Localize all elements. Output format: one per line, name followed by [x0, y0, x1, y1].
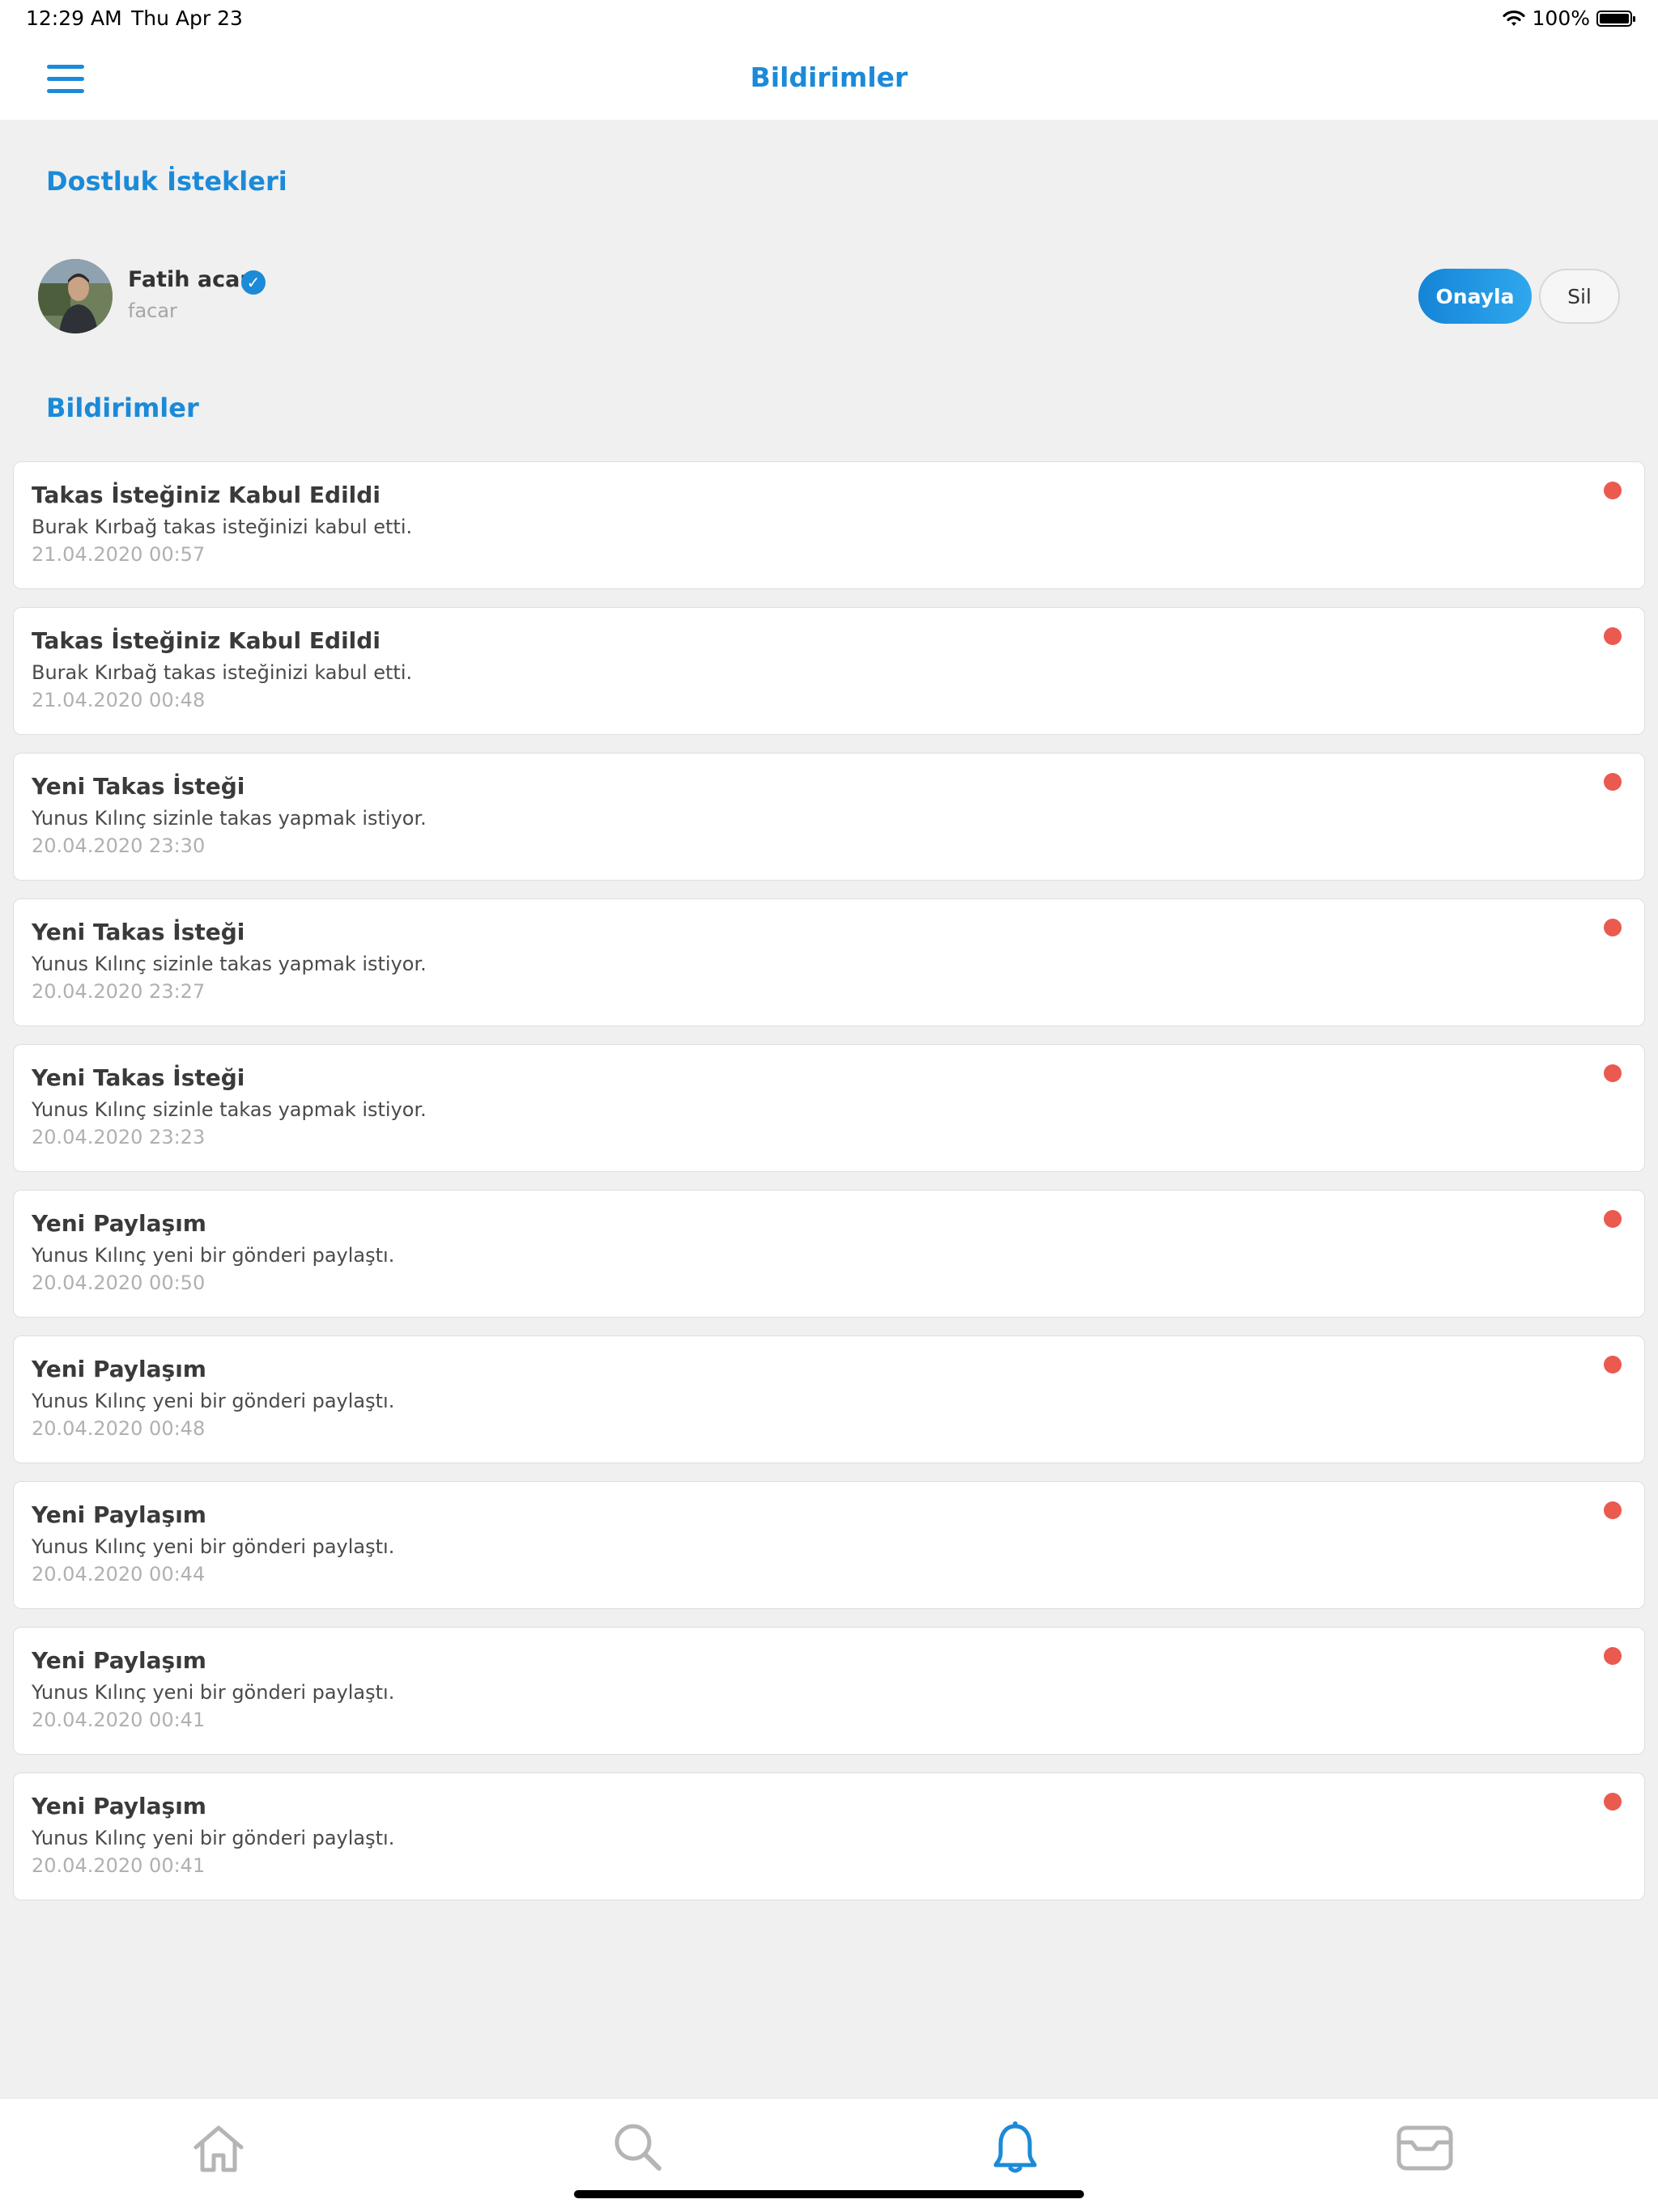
notification-body: Burak Kırbağ takas isteğinizi kabul etti…	[32, 516, 413, 538]
unread-dot-icon	[1604, 1210, 1622, 1228]
notifications-heading: Bildirimler	[46, 393, 199, 423]
notification-title: Yeni Paylaşım	[32, 1501, 206, 1528]
notification-date: 20.04.2020 00:41	[32, 1709, 206, 1731]
unread-dot-icon	[1604, 1647, 1622, 1665]
battery-icon	[1596, 10, 1635, 27]
inbox-icon	[1397, 2125, 1453, 2171]
unread-dot-icon	[1604, 1356, 1622, 1373]
avatar[interactable]	[38, 259, 113, 333]
notification-card[interactable]: Yeni Takas İsteği Yunus Kılınç sizinle t…	[13, 898, 1645, 1026]
notification-body: Yunus Kılınç yeni bir gönderi paylaştı.	[32, 1244, 395, 1267]
notification-body: Yunus Kılınç yeni bir gönderi paylaştı.	[32, 1390, 395, 1412]
nav-bar: Bildirimler	[0, 39, 1658, 120]
notification-title: Yeni Paylaşım	[32, 1793, 206, 1819]
notification-card[interactable]: Yeni Paylaşım Yunus Kılınç yeni bir gönd…	[13, 1481, 1645, 1609]
notification-body: Yunus Kılınç sizinle takas yapmak istiyo…	[32, 953, 427, 975]
wifi-icon	[1502, 10, 1525, 26]
notification-card[interactable]: Yeni Paylaşım Yunus Kılınç yeni bir gönd…	[13, 1190, 1645, 1318]
tab-search[interactable]	[606, 2116, 670, 2181]
notification-body: Yunus Kılınç yeni bir gönderi paylaştı.	[32, 1535, 395, 1558]
unread-dot-icon	[1604, 482, 1622, 499]
notification-card[interactable]: Yeni Takas İsteği Yunus Kılınç sizinle t…	[13, 753, 1645, 881]
friend-request-row: Fatih acar ✓ facar Onayla Sil	[0, 251, 1658, 340]
bell-icon	[993, 2121, 1037, 2173]
notification-date: 21.04.2020 00:48	[32, 689, 206, 711]
unread-dot-icon	[1604, 1501, 1622, 1519]
unread-dot-icon	[1604, 919, 1622, 936]
notification-body: Yunus Kılınç sizinle takas yapmak istiyo…	[32, 807, 427, 830]
notification-date: 20.04.2020 00:48	[32, 1417, 206, 1440]
approve-button[interactable]: Onayla	[1418, 269, 1532, 324]
notification-card[interactable]: Yeni Paylaşım Yunus Kılınç yeni bir gönd…	[13, 1773, 1645, 1900]
tab-notifications[interactable]	[983, 2116, 1048, 2181]
page-title: Bildirimler	[750, 62, 908, 93]
notification-title: Yeni Paylaşım	[32, 1356, 206, 1382]
tab-inbox[interactable]	[1392, 2116, 1457, 2181]
friend-name[interactable]: Fatih acar	[128, 267, 251, 292]
notification-list: Takas İsteğiniz Kabul Edildi Burak Kırba…	[13, 461, 1645, 1918]
tab-home[interactable]	[186, 2116, 251, 2181]
unread-dot-icon	[1604, 1793, 1622, 1811]
notification-title: Yeni Takas İsteği	[32, 919, 245, 945]
notification-date: 20.04.2020 23:30	[32, 834, 206, 857]
notification-title: Yeni Paylaşım	[32, 1647, 206, 1674]
notification-body: Yunus Kılınç yeni bir gönderi paylaştı.	[32, 1827, 395, 1849]
status-time: 12:29 AM	[26, 6, 122, 30]
notification-title: Yeni Takas İsteği	[32, 773, 245, 800]
notification-body: Burak Kırbağ takas isteğinizi kabul etti…	[32, 661, 413, 684]
battery-percent: 100%	[1532, 6, 1590, 30]
notification-date: 20.04.2020 23:23	[32, 1126, 206, 1148]
notification-date: 20.04.2020 23:27	[32, 980, 206, 1003]
notification-title: Yeni Paylaşım	[32, 1210, 206, 1237]
unread-dot-icon	[1604, 773, 1622, 791]
notification-title: Takas İsteğiniz Kabul Edildi	[32, 627, 380, 654]
status-bar: 12:29 AM Thu Apr 23 100%	[0, 0, 1658, 39]
home-icon	[193, 2125, 244, 2172]
notification-card[interactable]: Yeni Takas İsteği Yunus Kılınç sizinle t…	[13, 1044, 1645, 1172]
status-date: Thu Apr 23	[131, 6, 243, 30]
search-icon	[614, 2124, 661, 2171]
verified-badge-icon: ✓	[241, 270, 266, 295]
status-right: 100%	[1502, 6, 1635, 30]
unread-dot-icon	[1604, 627, 1622, 645]
unread-dot-icon	[1604, 1064, 1622, 1082]
notification-body: Yunus Kılınç yeni bir gönderi paylaştı.	[32, 1681, 395, 1704]
notification-card[interactable]: Takas İsteğiniz Kabul Edildi Burak Kırba…	[13, 461, 1645, 589]
notification-date: 20.04.2020 00:44	[32, 1563, 206, 1586]
notification-body: Yunus Kılınç sizinle takas yapmak istiyo…	[32, 1098, 427, 1121]
notification-date: 20.04.2020 00:50	[32, 1272, 206, 1294]
notification-title: Takas İsteğiniz Kabul Edildi	[32, 482, 380, 508]
notification-card[interactable]: Yeni Paylaşım Yunus Kılınç yeni bir gönd…	[13, 1335, 1645, 1463]
notification-card[interactable]: Yeni Paylaşım Yunus Kılınç yeni bir gönd…	[13, 1627, 1645, 1755]
home-indicator[interactable]	[574, 2190, 1084, 2198]
delete-button[interactable]: Sil	[1539, 269, 1620, 324]
notification-title: Yeni Takas İsteği	[32, 1064, 245, 1091]
notification-card[interactable]: Takas İsteğiniz Kabul Edildi Burak Kırba…	[13, 607, 1645, 735]
friend-requests-heading: Dostluk İstekleri	[46, 166, 287, 197]
notification-date: 21.04.2020 00:57	[32, 543, 206, 566]
notification-date: 20.04.2020 00:41	[32, 1854, 206, 1877]
friend-username: facar	[128, 299, 177, 322]
